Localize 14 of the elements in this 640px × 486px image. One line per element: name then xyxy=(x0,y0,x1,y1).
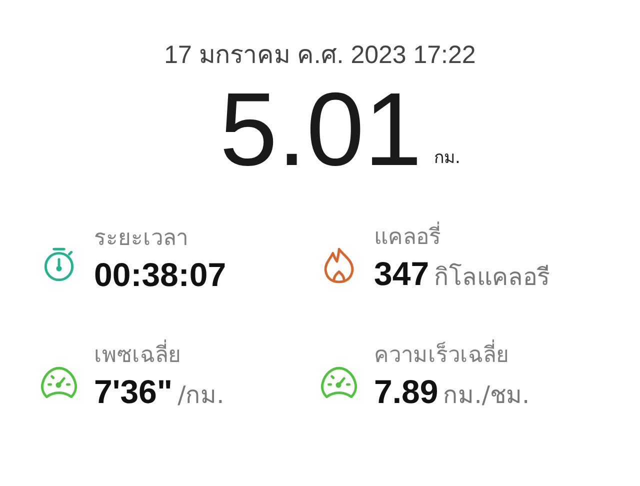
stat-label: ความเร็วเฉลี่ย xyxy=(374,340,530,372)
stat-unit: กม./ชม. xyxy=(443,380,530,411)
stat-unit: /กม. xyxy=(178,380,224,411)
stat-unit: กิโลแคลอรี xyxy=(434,262,550,293)
distance-unit: กม. xyxy=(434,147,460,170)
stat-label: เพซเฉลี่ย xyxy=(94,340,224,372)
stat-label: ระยะเวลา xyxy=(94,225,189,253)
stat-value: 7.89 xyxy=(374,372,438,412)
stat-value: 347 xyxy=(374,254,430,294)
distance-value: 5.01 xyxy=(220,78,422,182)
stat-value: 00:38:07 xyxy=(94,255,226,295)
stat-value: 7'36" xyxy=(94,372,173,412)
date-time: 17 มกราคม ค.ศ. 2023 17:22 xyxy=(164,40,476,71)
stat-label: แคลอรี่ xyxy=(374,222,550,254)
